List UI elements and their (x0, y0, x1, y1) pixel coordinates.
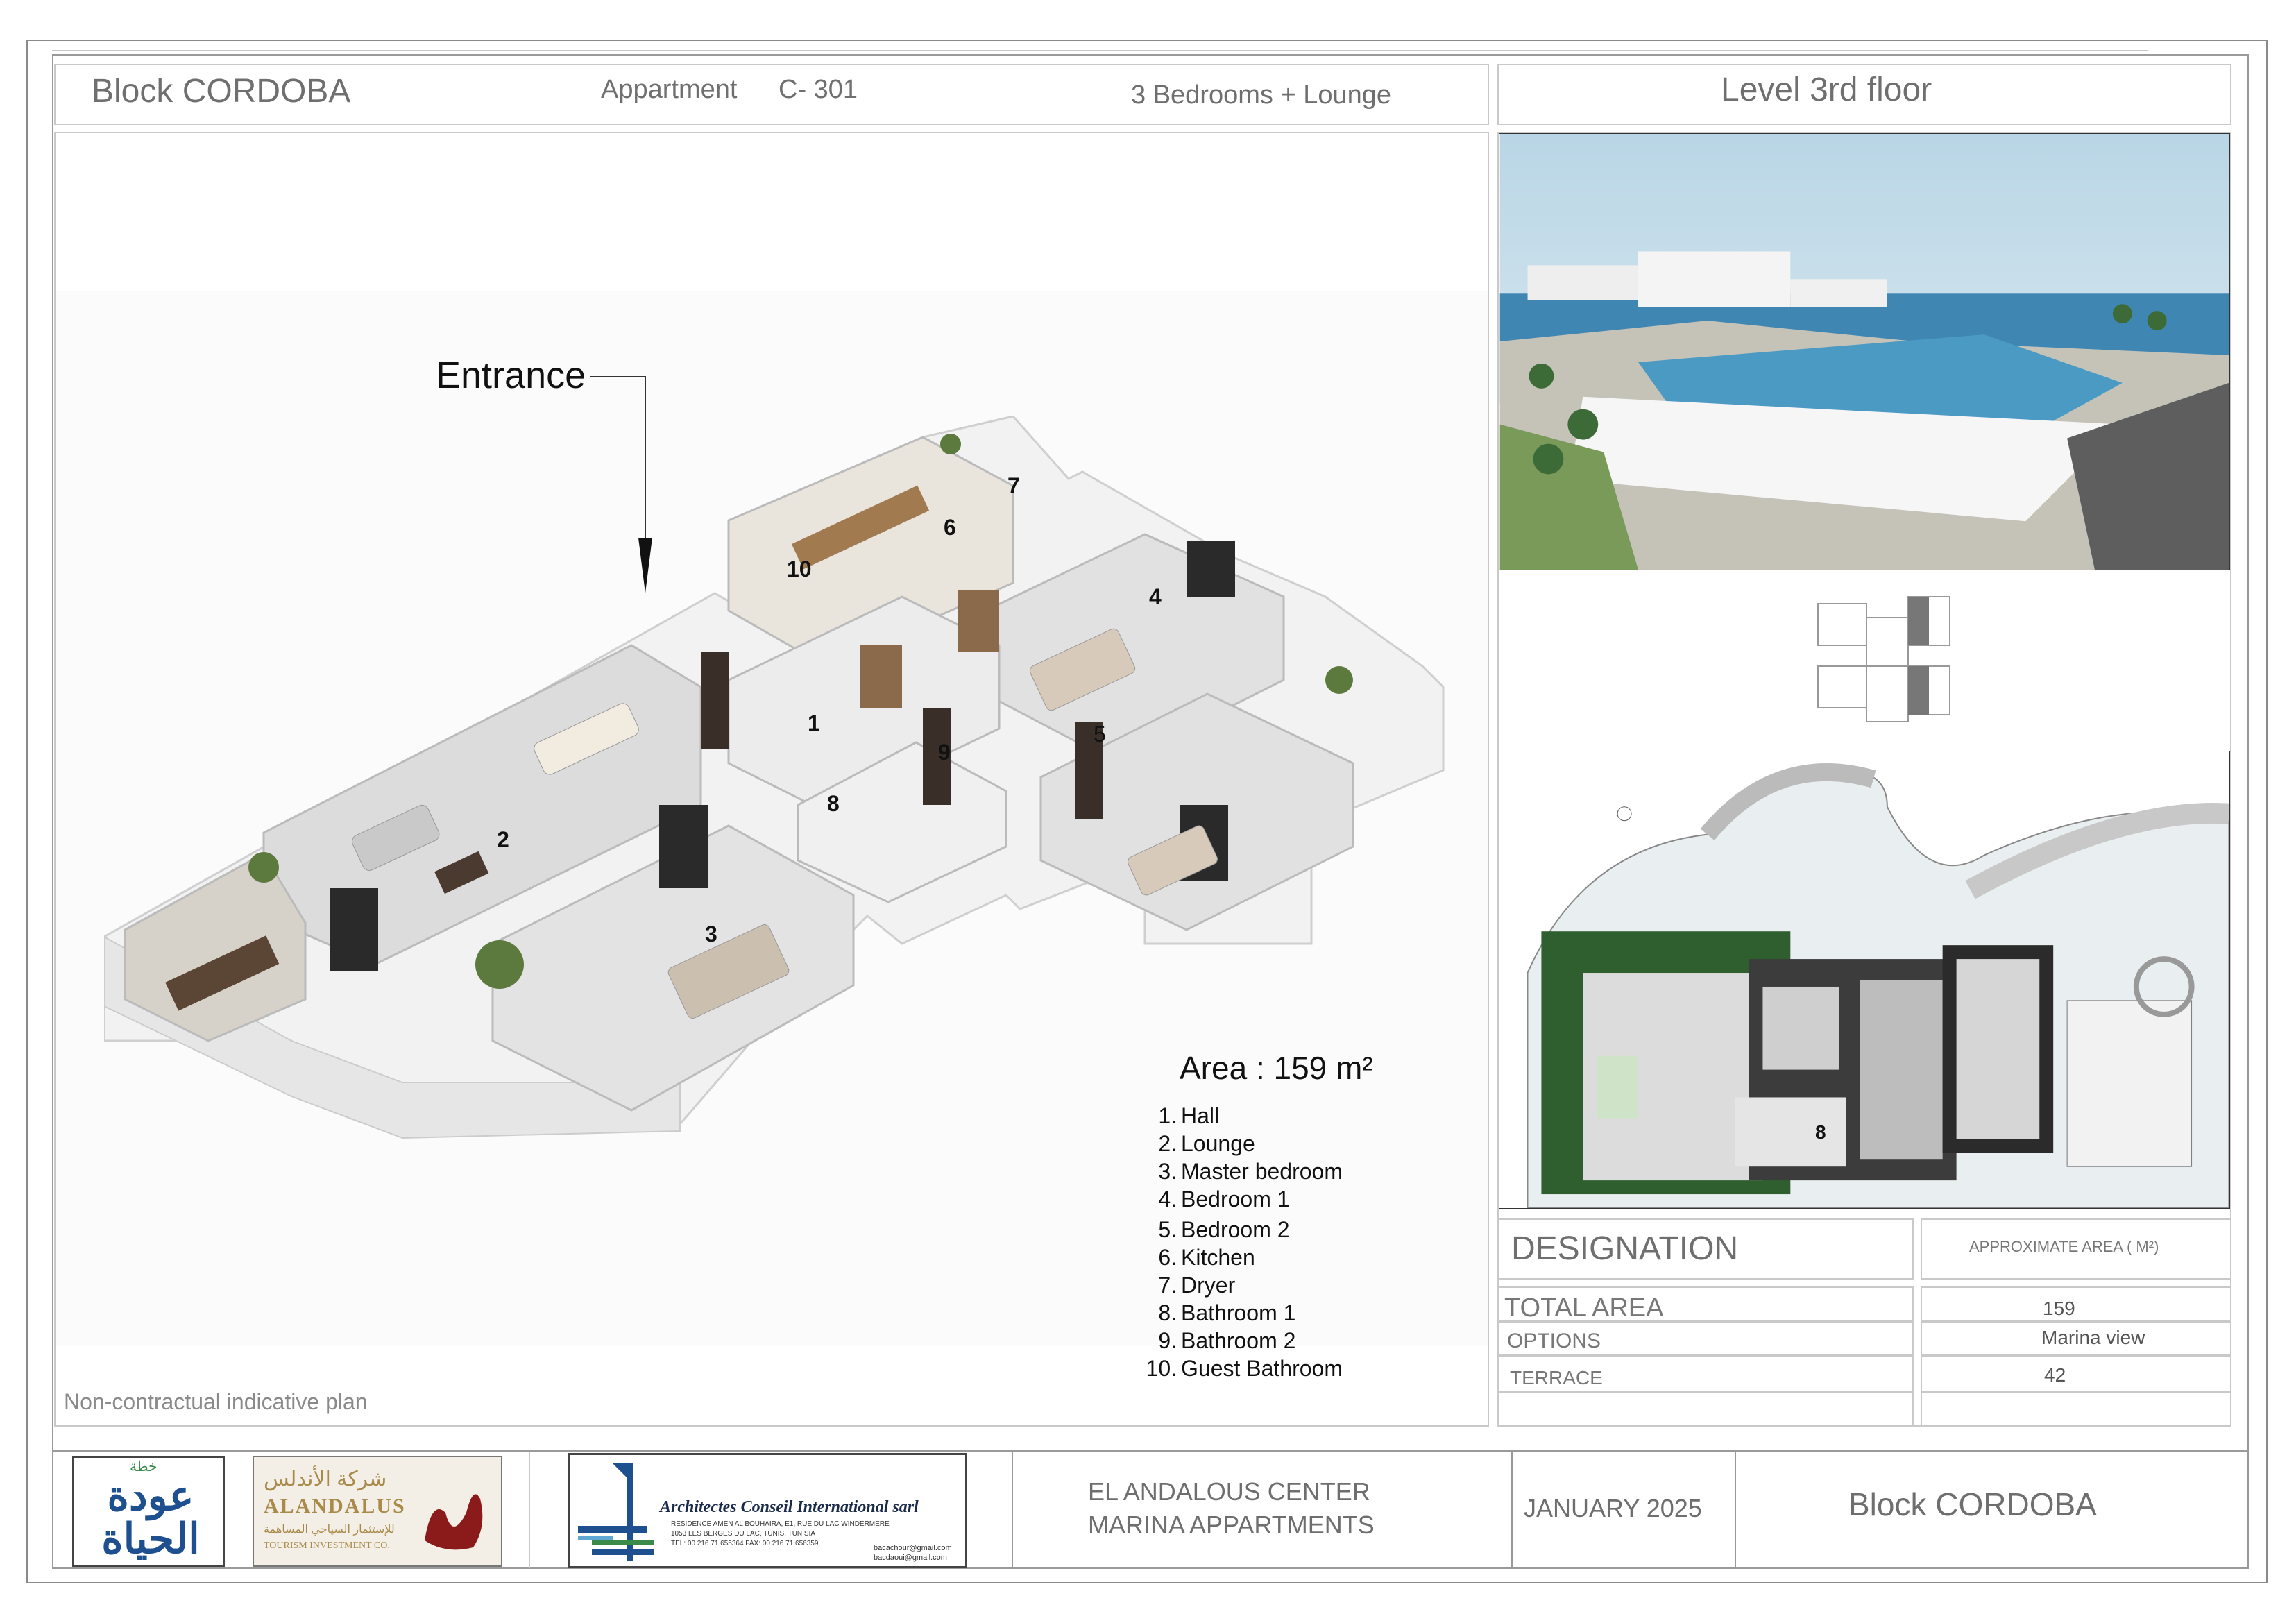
legend-item: 8. Bathroom 1 (1158, 1300, 1296, 1325)
table-row-terrace-value-cell (1921, 1356, 2231, 1392)
plan-disclaimer: Non-contractual indicative plan (64, 1389, 368, 1414)
architect-tel: TEL: 00 216 71 655364 FAX: 00 216 71 656… (671, 1540, 819, 1547)
legend-item: 9. Bathroom 2 (1158, 1328, 1296, 1353)
footer-project-line1: EL ANDALOUS CENTER (1088, 1477, 1370, 1506)
table-options-value: Marina view (2041, 1327, 2145, 1348)
logo2-english: ALANDALUS (264, 1495, 406, 1518)
legend-item: 6. Kitchen (1158, 1245, 1255, 1270)
footer-divider-0 (529, 1452, 530, 1568)
wardrobe-1 (958, 590, 999, 652)
architect-mail-2: bacdaoui@gmail.com (874, 1554, 947, 1562)
header-level: Level 3rd floor (1721, 71, 1932, 108)
architect-address-1: RESIDENCE AMEN AL BOUHAIRA, E1, RUE DU L… (671, 1520, 890, 1528)
room-marker-9: 9 (938, 740, 951, 765)
legend-item: 1. Hall (1158, 1103, 1220, 1128)
logo2-arabic: شركة الأندلس (264, 1468, 387, 1490)
footer-block: Block CORDOBA (1848, 1486, 2097, 1522)
window-2 (659, 805, 708, 888)
logo-architectes-conseil: Architectes Conseil International sarl R… (568, 1453, 967, 1568)
plant-1 (248, 852, 279, 883)
footer-divider-3 (1735, 1452, 1736, 1568)
table-total-value: 159 (2043, 1298, 2075, 1319)
legend-item: 4. Bedroom 1 (1158, 1187, 1290, 1212)
room-legend: 1. Hall 2. Lounge 3. Master bedroom 4. Bedro… (1145, 1102, 1343, 1382)
table-designation: DESIGNATION (1511, 1230, 1739, 1267)
legend-item: 10. Guest Bathroom (1146, 1356, 1343, 1381)
logo1-main-text: عودة الحياة (101, 1472, 200, 1562)
room-marker-10: 10 (787, 556, 812, 581)
plant-4 (940, 434, 961, 454)
table-total-label: TOTAL AREA (1504, 1293, 1664, 1323)
room-marker-7: 7 (1007, 473, 1020, 498)
isometric-floor-plan (104, 416, 1445, 1139)
logo-oudat-al-hayat: خطة عودة الحياة (72, 1456, 225, 1567)
legend-item: 7. Dryer (1158, 1273, 1236, 1298)
header-apartment-id: C- 301 (779, 75, 858, 104)
wardrobe-2 (860, 645, 902, 708)
table-options-label: OPTIONS (1507, 1329, 1601, 1352)
sheet-top-line (52, 50, 2148, 51)
plant-2 (475, 940, 524, 989)
header-apartment-label: Appartment (601, 75, 738, 104)
key-plan-thumbnail (1817, 596, 1950, 722)
table-row-empty (1497, 1392, 1914, 1427)
footer-date: JANUARY 2025 (1524, 1494, 1702, 1522)
table-terrace-label: TERRACE (1510, 1367, 1603, 1388)
table-row-empty-value-cell (1921, 1392, 2231, 1427)
header-rooms: 3 Bedrooms + Lounge (1131, 80, 1391, 110)
room-marker-8: 8 (827, 791, 840, 816)
footer-project-line2: MARINA APPARTMENTS (1088, 1511, 1375, 1539)
plan-area: Area : 159 m² (1180, 1050, 1373, 1086)
logo-alandalus: شركة الأندلس ALANDALUS للإستثمار السياحي… (253, 1456, 502, 1567)
entrance-arrow (590, 376, 652, 593)
footer-divider-2 (1511, 1452, 1513, 1568)
room-marker-2: 2 (497, 827, 509, 852)
header-block-title: Block CORDOBA (92, 73, 351, 110)
legend-item: 2. Lounge (1158, 1131, 1255, 1156)
room-marker-3: 3 (705, 921, 717, 946)
logo2-sub-english: TOURISM INVESTMENT CO. (264, 1540, 390, 1551)
architect-emblem (578, 1463, 654, 1561)
legend-item: 3. Master bedroom (1158, 1159, 1343, 1184)
architect-name: Architectes Conseil International sarl (660, 1498, 919, 1516)
site-plan-marker: 8 (1815, 1121, 1826, 1143)
footer-divider-1 (1012, 1452, 1013, 1568)
room-marker-5: 5 (1094, 722, 1106, 747)
table-approx-area: APPROXIMATE AREA ( M²) (1969, 1238, 2159, 1255)
table-row-total-value-cell (1921, 1286, 2231, 1321)
legend-item: 5. Bedroom 2 (1158, 1217, 1290, 1242)
window-1 (330, 888, 378, 971)
logo2-sub-arabic: للإستثمار السياحي المساهمة (264, 1524, 395, 1536)
plant-3 (1325, 666, 1353, 694)
window-3 (1187, 541, 1235, 597)
site-master-plan-image (1499, 751, 2230, 1209)
marina-render-image (1499, 133, 2230, 570)
logo2-calligraphy-emblem (425, 1494, 483, 1550)
architect-address-2: 1053 LES BERGES DU LAC, TUNIS, TUNISIA (671, 1530, 816, 1538)
room-marker-6: 6 (944, 515, 956, 540)
architect-mail-1: bacachour@gmail.com (874, 1544, 952, 1552)
room-marker-4: 4 (1149, 584, 1162, 609)
entrance-label: Entrance (436, 355, 586, 396)
room-marker-1: 1 (808, 711, 820, 736)
table-terrace-value: 42 (2044, 1364, 2066, 1386)
door-1 (701, 652, 729, 749)
